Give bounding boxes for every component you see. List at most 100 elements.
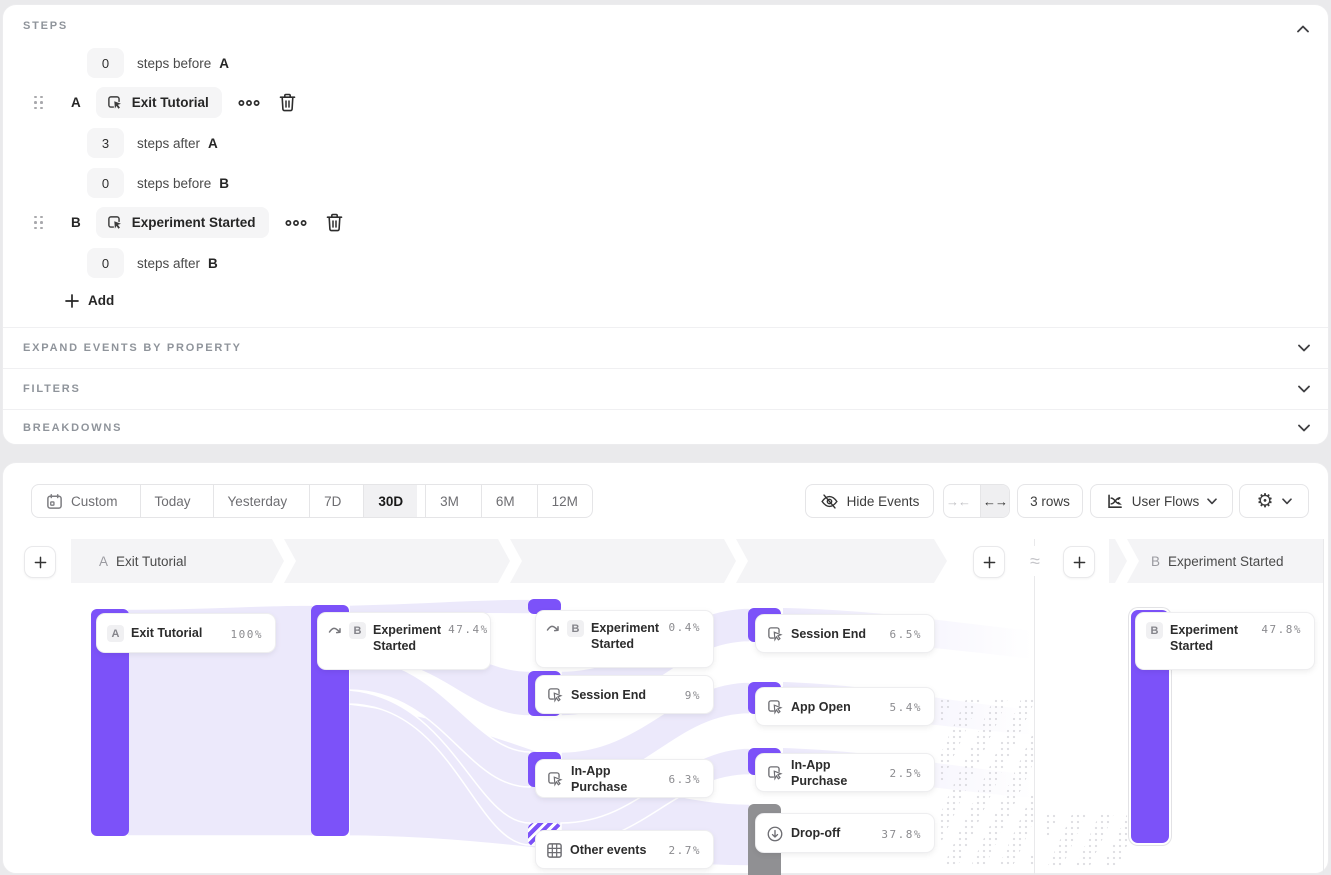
step-badge: A bbox=[107, 625, 124, 642]
drop-off-icon bbox=[766, 825, 784, 843]
chevron-down-icon bbox=[1298, 385, 1310, 393]
steps-before-b-row: 0 steps before B bbox=[87, 168, 229, 198]
steps-after-label: steps after bbox=[137, 136, 200, 151]
section-expand-events-by-property[interactable]: EXPAND EVENTS BY PROPERTY bbox=[3, 327, 1328, 368]
step-a-row: A Exit Tutorial bbox=[34, 87, 296, 118]
steps-after-b-row: 0 steps after B bbox=[87, 248, 218, 278]
chevron-up-icon bbox=[1297, 25, 1309, 33]
steps-before-a-row: 0 steps before A bbox=[87, 48, 229, 78]
steps-after-b-count[interactable]: 0 bbox=[87, 248, 124, 278]
more-dots-icon bbox=[285, 218, 307, 228]
node-name: Experiment Started bbox=[591, 620, 662, 653]
section-label: EXPAND EVENTS BY PROPERTY bbox=[23, 342, 242, 354]
event-click-icon bbox=[106, 214, 124, 232]
collapse-steps-button[interactable] bbox=[1292, 18, 1314, 40]
steps-before-b-count[interactable]: 0 bbox=[87, 168, 124, 198]
flow-node-experiment-started-right[interactable]: B Experiment Started 47.8% bbox=[1136, 613, 1314, 669]
step-badge: B bbox=[567, 620, 584, 637]
step-b-letter: B bbox=[71, 215, 81, 230]
flow-node-drop-off[interactable]: Drop-off 37.8% bbox=[756, 814, 934, 852]
step-b-delete-button[interactable] bbox=[326, 213, 343, 232]
step-b-row: B Experiment Started bbox=[34, 207, 343, 238]
node-percent: 2.5% bbox=[890, 766, 923, 780]
query-builder-panel: STEPS 0 steps before A A Exit Tutorial bbox=[2, 4, 1329, 445]
node-name: In-App Purchase bbox=[791, 757, 883, 790]
node-name: In-App Purchase bbox=[571, 763, 662, 796]
chevron-down-icon bbox=[1298, 424, 1310, 432]
step-ref-letter: A bbox=[208, 136, 218, 151]
section-label: FILTERS bbox=[23, 383, 81, 395]
dotted-link-texture bbox=[1045, 813, 1129, 866]
step-b-more-button[interactable] bbox=[285, 218, 307, 228]
node-name: Session End bbox=[791, 626, 883, 642]
node-percent: 0.4% bbox=[669, 620, 702, 634]
drag-handle-icon[interactable] bbox=[34, 96, 43, 110]
grid-icon bbox=[546, 842, 563, 859]
drag-handle-icon[interactable] bbox=[34, 216, 43, 230]
step-a-letter: A bbox=[71, 95, 81, 110]
flow-node-other-events[interactable]: Other events 2.7% bbox=[536, 831, 713, 868]
steps-section-title: STEPS bbox=[23, 20, 68, 32]
step-ref-letter: B bbox=[208, 256, 218, 271]
report-panel: Custom Today Yesterday 7D 30D 3M 6M 12M … bbox=[2, 462, 1329, 874]
step-a-event-label: Exit Tutorial bbox=[132, 95, 209, 110]
node-percent: 2.7% bbox=[669, 843, 702, 857]
section-filters[interactable]: FILTERS bbox=[3, 368, 1328, 409]
step-badge: B bbox=[1146, 622, 1163, 639]
node-name: Other events bbox=[570, 842, 662, 858]
steps-after-label: steps after bbox=[137, 256, 200, 271]
chevron-down-icon bbox=[1298, 344, 1310, 352]
more-dots-icon bbox=[238, 98, 260, 108]
node-percent: 100% bbox=[231, 627, 264, 641]
step-ref-letter: A bbox=[219, 56, 229, 71]
add-step-label: Add bbox=[88, 293, 114, 308]
event-click-icon bbox=[766, 698, 784, 716]
step-a-event-button[interactable]: Exit Tutorial bbox=[96, 87, 222, 118]
step-ref-letter: B bbox=[219, 176, 229, 191]
event-click-icon bbox=[766, 764, 784, 782]
node-percent: 37.8% bbox=[881, 827, 922, 841]
step-b-event-button[interactable]: Experiment Started bbox=[96, 207, 269, 238]
node-name: Experiment Started bbox=[1170, 622, 1254, 655]
node-name: Exit Tutorial bbox=[131, 625, 224, 641]
step-b-event-label: Experiment Started bbox=[132, 215, 256, 230]
node-percent: 6.3% bbox=[669, 772, 702, 786]
step-badge: B bbox=[349, 622, 366, 639]
node-percent: 6.5% bbox=[890, 627, 923, 641]
flow-node-session-end-2[interactable]: Session End 6.5% bbox=[756, 615, 934, 652]
steps-before-label: steps before bbox=[137, 56, 211, 71]
dotted-link-texture bbox=[939, 698, 1035, 866]
section-breakdowns[interactable]: BREAKDOWNS bbox=[3, 409, 1328, 445]
event-click-icon bbox=[766, 625, 784, 643]
continue-arrow-icon bbox=[328, 624, 342, 636]
node-percent: 47.4% bbox=[448, 622, 489, 636]
flow-node-session-end[interactable]: Session End 9% bbox=[536, 676, 713, 713]
section-label: BREAKDOWNS bbox=[23, 422, 122, 434]
flow-node-in-app-purchase-2[interactable]: In-App Purchase 2.5% bbox=[756, 754, 934, 791]
node-name: Drop-off bbox=[791, 825, 874, 841]
node-percent: 9% bbox=[685, 688, 701, 702]
steps-after-a-row: 3 steps after A bbox=[87, 128, 218, 158]
node-name: App Open bbox=[791, 699, 883, 715]
continue-arrow-icon bbox=[546, 622, 560, 634]
flow-node-app-open[interactable]: App Open 5.4% bbox=[756, 688, 934, 725]
plus-icon bbox=[65, 294, 79, 308]
trash-icon bbox=[279, 93, 296, 112]
node-percent: 47.8% bbox=[1261, 622, 1302, 636]
step-a-more-button[interactable] bbox=[238, 98, 260, 108]
step-a-delete-button[interactable] bbox=[279, 93, 296, 112]
steps-before-a-count[interactable]: 0 bbox=[87, 48, 124, 78]
event-click-icon bbox=[546, 770, 564, 788]
flow-node-in-app-purchase[interactable]: In-App Purchase 6.3% bbox=[536, 760, 713, 797]
add-step-button[interactable]: Add bbox=[65, 293, 114, 308]
steps-after-a-count[interactable]: 3 bbox=[87, 128, 124, 158]
flow-node-exit-tutorial[interactable]: A Exit Tutorial 100% bbox=[97, 614, 275, 652]
node-name: Session End bbox=[571, 687, 678, 703]
event-click-icon bbox=[546, 686, 564, 704]
node-name: Experiment Started bbox=[373, 622, 441, 655]
trash-icon bbox=[326, 213, 343, 232]
user-flows-report: { "steps_panel": { "title": "STEPS", "ro… bbox=[0, 0, 1331, 865]
flow-node-experiment-started-2[interactable]: B Experiment Started 0.4% bbox=[536, 611, 713, 667]
flow-node-experiment-started[interactable]: B Experiment Started 47.4% bbox=[318, 613, 490, 669]
node-percent: 5.4% bbox=[890, 700, 923, 714]
